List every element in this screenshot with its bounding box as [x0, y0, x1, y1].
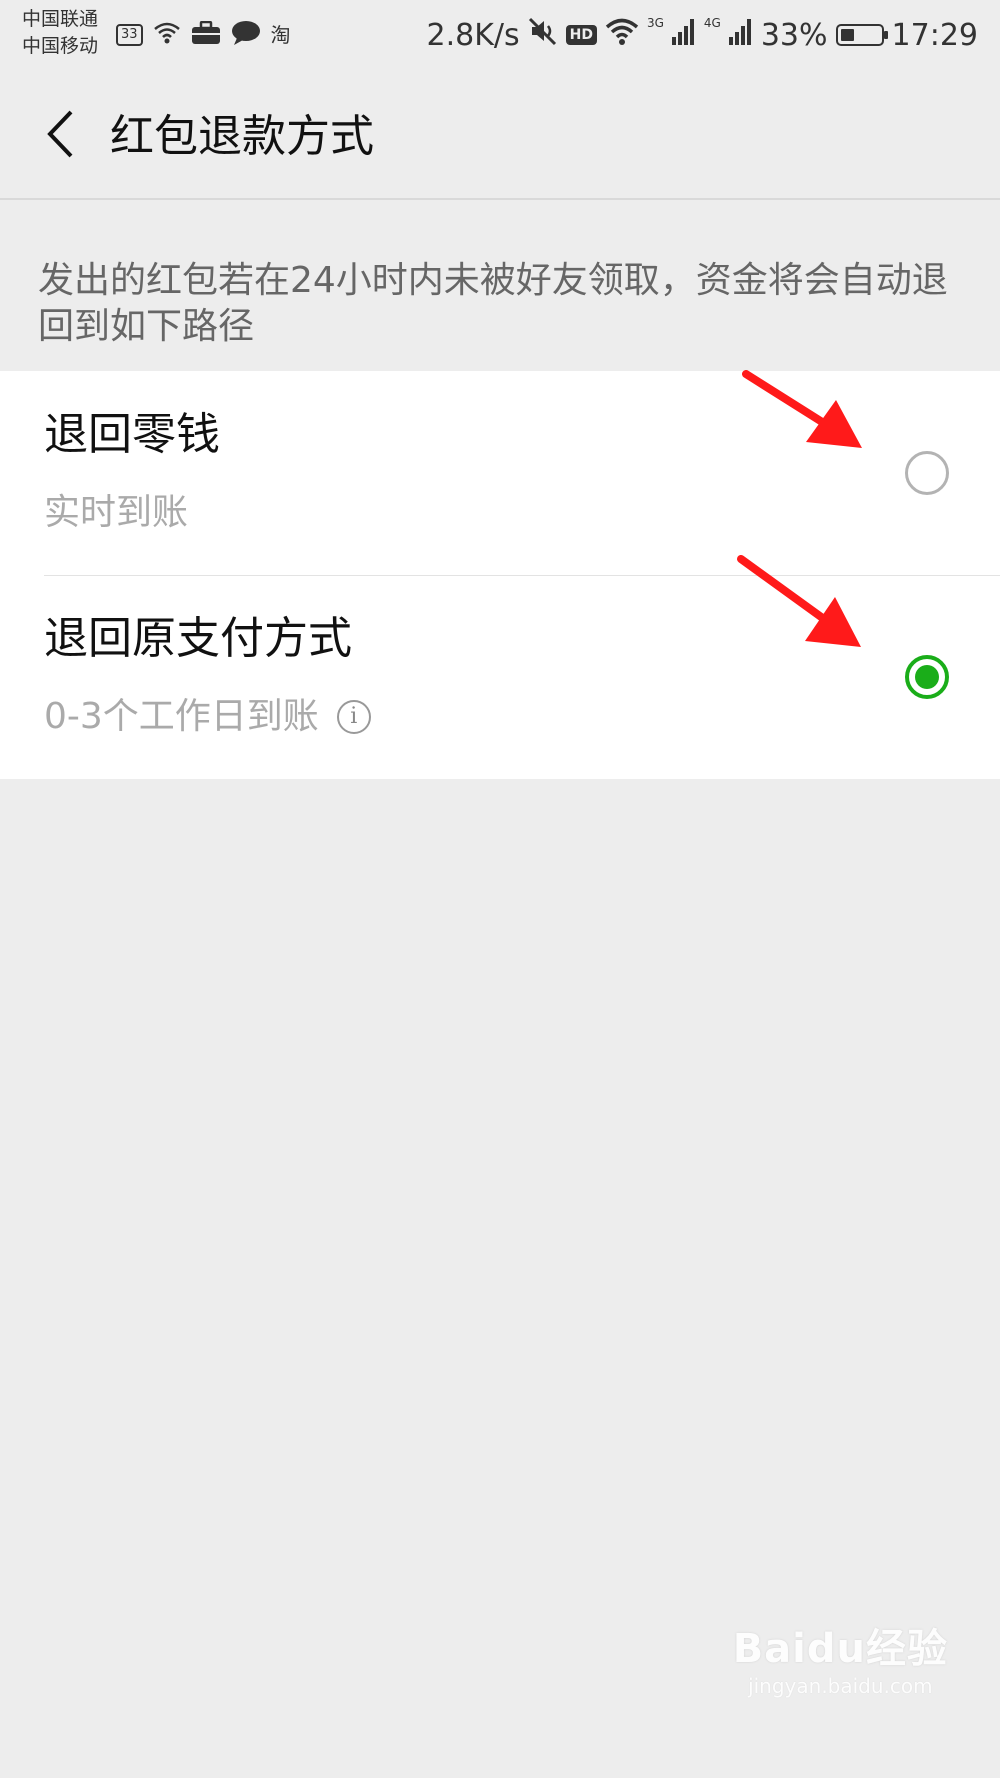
chat-bubble-icon: [231, 20, 261, 50]
signal-2-icon: [728, 17, 753, 53]
battery-level: [840, 29, 854, 41]
notification-count-icon: 33: [116, 24, 143, 46]
option-return-to-balance[interactable]: 退回零钱 实时到账: [0, 371, 1000, 575]
option-subtitle: 实时到账: [44, 489, 188, 537]
option-return-to-original-payment[interactable]: 退回原支付方式 0-3个工作日到账 i: [0, 575, 1000, 779]
wifi-icon: [605, 17, 639, 53]
refund-description: 发出的红包若在24小时内未被好友领取，资金将会自动退回到如下路径: [38, 260, 948, 347]
hd-icon: HD: [565, 25, 597, 45]
option-title: 退回原支付方式: [44, 613, 352, 664]
nav-header: 红包退款方式: [0, 70, 1000, 200]
page-title: 红包退款方式: [110, 111, 374, 162]
status-bar: 中国联通 中国移动 33 淘 2.8K/s HD 3G 4G 33% 17:29: [0, 0, 1000, 70]
option-title: 退回零钱: [44, 409, 220, 460]
signal-1-type: 3G: [646, 16, 664, 30]
notification-icons: 33 淘: [116, 18, 291, 52]
briefcase-icon: [191, 20, 221, 49]
radio-selected-dot: [915, 665, 939, 689]
watermark-logo: Baidu经验: [732, 1626, 948, 1672]
option-subtitle-text: 0-3个工作日到账: [44, 696, 319, 737]
watermark-url: jingyan.baidu.com: [748, 1674, 933, 1698]
refund-options: 退回零钱 实时到账 退回原支付方式 0-3个工作日到账 i: [0, 371, 1000, 779]
chevron-left-icon: [45, 109, 75, 163]
option-subtitle: 0-3个工作日到账 i: [44, 693, 371, 741]
battery-percent: 33%: [760, 17, 828, 53]
back-button[interactable]: [30, 98, 90, 174]
carrier-names: 中国联通 中国移动: [22, 6, 98, 60]
wifi-hotspot-icon: [153, 21, 181, 49]
battery-icon: [835, 24, 888, 46]
info-icon[interactable]: i: [336, 700, 371, 734]
baidu-jingyan-watermark: Baidu经验 jingyan.baidu.com: [733, 1616, 948, 1698]
radio-unselected[interactable]: [905, 451, 949, 495]
option-subtitle-text: 实时到账: [44, 492, 189, 533]
signal-2-type: 4G: [703, 16, 721, 30]
mute-icon: [528, 16, 558, 54]
signal-1-icon: [671, 17, 696, 53]
carrier-2: 中国移动: [22, 35, 99, 57]
system-status: 2.8K/s HD 3G 4G 33% 17:29: [427, 14, 979, 56]
taobao-icon: 淘: [270, 23, 291, 47]
network-speed: 2.8K/s: [426, 17, 520, 53]
clock: 17:29: [891, 17, 978, 53]
carrier-1: 中国联通: [22, 8, 99, 30]
radio-selected[interactable]: [905, 655, 949, 699]
